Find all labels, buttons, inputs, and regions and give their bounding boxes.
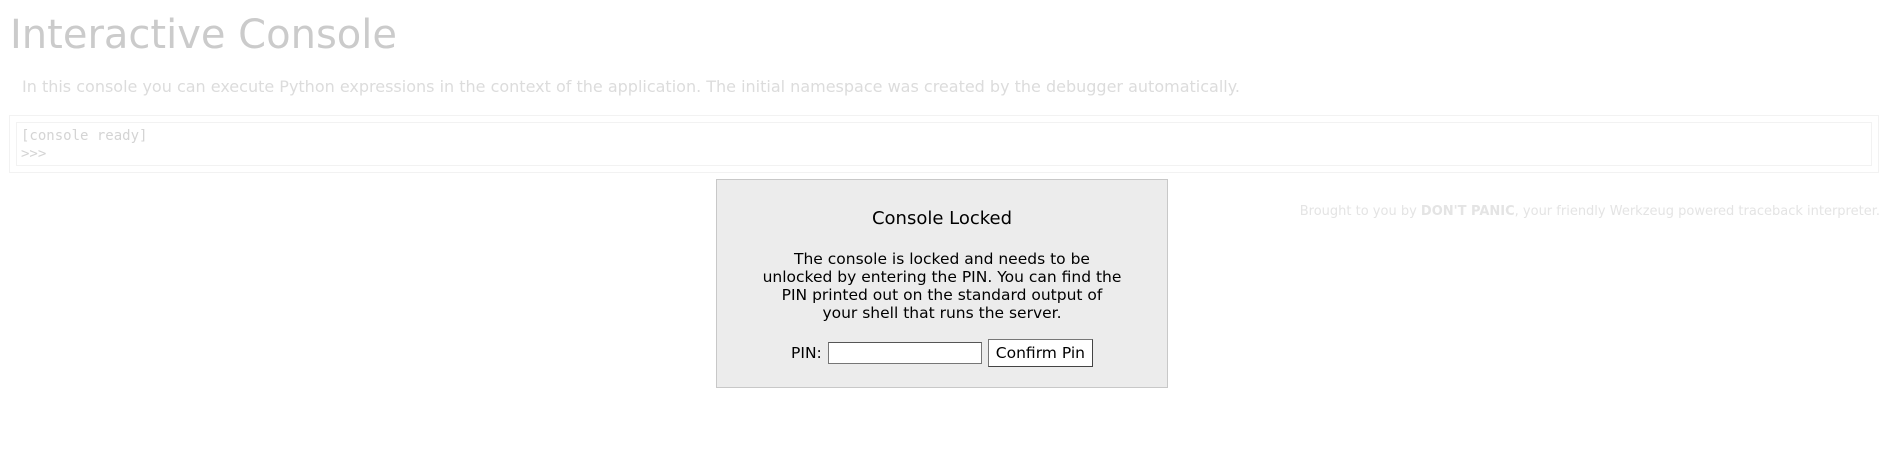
console-line: [console ready] [21, 128, 148, 144]
footer: Brought to you by DON'T PANIC, your frie… [1300, 204, 1880, 219]
confirm-pin-button[interactable]: Confirm Pin [987, 339, 1093, 367]
console-container: [console ready] >>> [9, 115, 1879, 173]
page-title: Interactive Console [10, 12, 397, 58]
footer-brand: DON'T PANIC [1420, 204, 1515, 219]
pin-label: PIN: [791, 344, 822, 362]
pin-form: PIN: Confirm Pin [717, 339, 1167, 367]
pin-input[interactable] [827, 342, 982, 364]
debugger-console-page: Interactive Console In this console you … [0, 0, 1890, 459]
console-explanation: In this console you can execute Python e… [22, 77, 1240, 96]
pin-dialog-text: The console is locked and needs to be un… [762, 250, 1122, 322]
console-output[interactable]: [console ready] >>> [16, 122, 1872, 166]
footer-prefix: Brought to you by [1299, 204, 1421, 219]
pin-prompt-dialog: Console Locked The console is locked and… [716, 179, 1168, 388]
footer-suffix: , your friendly Werkzeug powered traceba… [1514, 204, 1880, 219]
console-prompt: >>> [21, 146, 47, 162]
pin-dialog-title: Console Locked [871, 208, 1013, 229]
